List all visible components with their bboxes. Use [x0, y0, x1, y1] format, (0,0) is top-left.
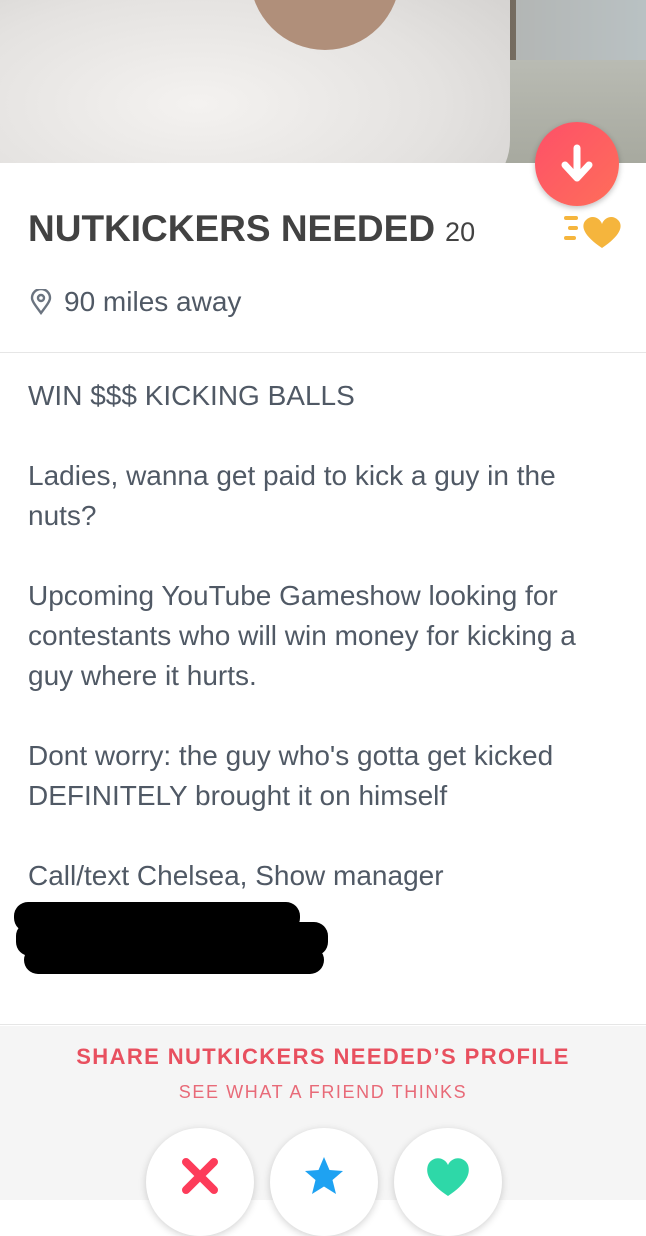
- profile-age: 20: [445, 217, 476, 247]
- share-profile-subtitle: SEE WHAT A FRIEND THINKS: [178, 1082, 468, 1102]
- x-icon: [182, 1158, 218, 1194]
- super-like-button[interactable]: [270, 1128, 378, 1236]
- bio-paragraph: Ladies, wanna get paid to kick a guy in …: [28, 460, 556, 531]
- distance-info: 90 miles away: [30, 284, 241, 320]
- redaction-mark: [24, 946, 324, 974]
- bio-paragraph: Dont worry: the guy who's gotta get kick…: [28, 740, 554, 811]
- bio-contact: Call/text Chelsea, Show manager: [28, 860, 444, 891]
- location-pin-icon: [30, 289, 52, 315]
- nope-button[interactable]: [146, 1128, 254, 1236]
- collapse-profile-button[interactable]: [535, 122, 619, 206]
- super-like-heart-icon: [564, 216, 621, 248]
- star-icon: [305, 1157, 343, 1194]
- bio-paragraph: Upcoming YouTube Gameshow looking for co…: [28, 580, 576, 691]
- like-button[interactable]: [394, 1128, 502, 1236]
- section-divider: [0, 352, 646, 353]
- heart-icon: [427, 1158, 469, 1196]
- share-profile-link[interactable]: SHARE NUTKICKERS NEEDED’S PROFILE: [0, 1044, 646, 1070]
- profile-bio: WIN $$$ KICKING BALLS Ladies, wanna get …: [28, 376, 618, 896]
- arrow-down-icon: [561, 144, 593, 182]
- profile-name: NUTKICKERS NEEDED: [28, 208, 436, 249]
- section-divider: [0, 1024, 646, 1025]
- distance-text: 90 miles away: [64, 286, 242, 317]
- photo-shirt: [0, 0, 510, 163]
- bio-headline: WIN $$$ KICKING BALLS: [28, 380, 355, 411]
- profile-header: NUTKICKERS NEEDED 20: [28, 208, 475, 264]
